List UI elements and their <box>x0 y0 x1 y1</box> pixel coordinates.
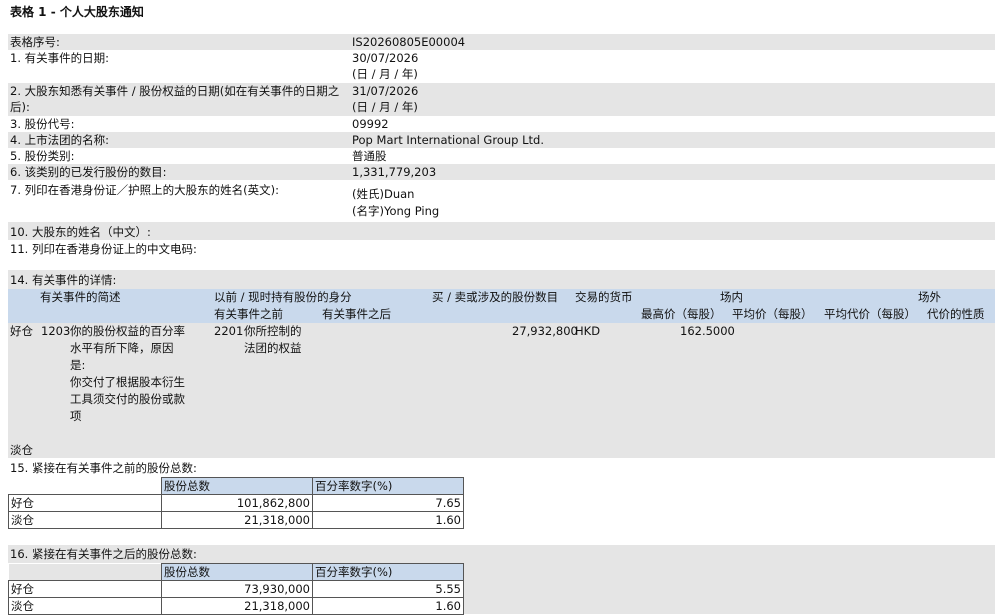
position-label: 好仓 <box>8 494 162 512</box>
field-label: 5. 股份类别: <box>10 149 75 163</box>
header-avg: 平均价（每股） <box>732 307 813 321</box>
currency: HKD <box>575 324 601 338</box>
section-title: 16. 紧接在有关事件之后的股份总数: <box>10 547 197 561</box>
header-before: 有关事件之前 <box>214 307 283 321</box>
holdings-after-table: 股份总数 百分率数字(%) 好仓 73,930,000 5.55 淡仓 21,3… <box>8 563 464 615</box>
total-shares: 21,318,000 <box>161 511 313 529</box>
table-row: 好仓 101,862,800 7.65 <box>8 494 464 512</box>
position-label: 好仓 <box>8 580 162 598</box>
header-consideration-nature: 代价的性质 <box>927 307 985 321</box>
field-value: 09992 <box>352 117 389 131</box>
percentage: 7.65 <box>312 494 464 512</box>
field-value: 31/07/2026 <box>352 84 419 98</box>
event-desc-line: 你的股份权益的百分率 <box>70 324 185 338</box>
capacity-line: 法团的权益 <box>244 341 302 355</box>
total-shares: 73,930,000 <box>161 580 313 598</box>
capacity-code: 2201 <box>214 324 244 338</box>
header-total-shares: 股份总数 <box>161 477 313 495</box>
highest-price: 162.5000 <box>680 324 735 338</box>
section-title: 14. 有关事件的详情: <box>10 273 117 287</box>
event-desc-line: 水平有所下降，原因 <box>70 341 174 355</box>
field-label: 3. 股份代号: <box>10 117 75 131</box>
long-position-label: 好仓 <box>10 324 33 338</box>
row-band <box>8 270 995 289</box>
holdings-before-table: 股份总数 百分率数字(%) 好仓 101,862,800 7.65 淡仓 21,… <box>8 477 464 529</box>
header-high: 最高价（每股） <box>641 307 722 321</box>
header-percentage: 百分率数字(%) <box>312 477 464 495</box>
percentage: 1.60 <box>312 511 464 529</box>
table-row: 淡仓 21,318,000 1.60 <box>8 597 464 615</box>
section-title: 15. 紧接在有关事件之前的股份总数: <box>10 461 197 475</box>
percentage: 5.55 <box>312 580 464 598</box>
header-after: 有关事件之后 <box>322 307 391 321</box>
field-value: Pop Mart International Group Ltd. <box>352 133 544 147</box>
header-shares: 买 / 卖或涉及的股份数目 <box>432 290 559 304</box>
field-label: 1. 有关事件的日期: <box>10 51 110 65</box>
event-code: 1203 <box>41 324 71 338</box>
position-label: 淡仓 <box>8 511 162 529</box>
empty-header <box>8 477 162 495</box>
total-shares: 21,318,000 <box>161 597 313 615</box>
total-shares: 101,862,800 <box>161 494 313 512</box>
capacity-line: 你所控制的 <box>244 324 302 338</box>
empty-header <box>8 563 162 581</box>
percentage: 1.60 <box>312 597 464 615</box>
short-position-label: 淡仓 <box>10 443 33 457</box>
field-label: 7. 列印在香港身份证／护照上的大股东的姓名(英文): <box>10 183 279 197</box>
table-row: 好仓 73,930,000 5.55 <box>8 580 464 598</box>
field-label: 4. 上市法团的名称: <box>10 133 110 147</box>
row-band <box>8 222 995 240</box>
header-avg-consideration: 平均代价（每股） <box>824 307 916 321</box>
field-label: 6. 该类别的已发行股份的数目: <box>10 165 167 179</box>
header-total-shares: 股份总数 <box>161 563 313 581</box>
field-label: 表格序号: <box>10 35 60 49</box>
field-label: 11. 列印在香港身份证上的中文电码: <box>10 242 197 256</box>
header-currency: 交易的货币 <box>575 290 633 304</box>
field-value: 普通股 <box>352 149 387 163</box>
row-band <box>8 34 995 50</box>
field-note: (日 / 月 / 年) <box>352 100 418 114</box>
header-event-desc: 有关事件的简述 <box>40 290 121 304</box>
position-label: 淡仓 <box>8 597 162 615</box>
field-note: (日 / 月 / 年) <box>352 67 418 81</box>
event-desc-line: 工具须交付的股份或款 <box>70 392 185 406</box>
event-desc-line: 项 <box>70 409 82 423</box>
shares-involved: 27,932,800 <box>512 324 578 338</box>
form-title: 表格 1 - 个人大股东通知 <box>10 5 144 19</box>
event-desc-line: 是: <box>70 358 86 372</box>
header-percentage: 百分率数字(%) <box>312 563 464 581</box>
table-row: 淡仓 21,318,000 1.60 <box>8 511 464 529</box>
field-value: IS20260805E00004 <box>352 35 466 49</box>
header-capacity: 以前 / 现时持有股份的身分 <box>214 290 352 304</box>
field-value: 1,331,779,203 <box>352 165 437 179</box>
field-value: (名字)Yong Ping <box>352 204 440 218</box>
field-value: 30/07/2026 <box>352 51 419 65</box>
event-desc-line: 你交付了根据股本衍生 <box>70 375 185 389</box>
header-off-exchange: 场外 <box>918 290 941 304</box>
field-label-cont: 后): <box>10 100 30 114</box>
header-on-exchange: 场内 <box>720 290 743 304</box>
field-value: (姓氏)Duan <box>352 187 415 201</box>
field-label: 2. 大股东知悉有关事件 / 股份权益的日期(如在有关事件的日期之 <box>10 84 340 98</box>
field-label: 10. 大股东的姓名（中文）: <box>10 225 151 239</box>
